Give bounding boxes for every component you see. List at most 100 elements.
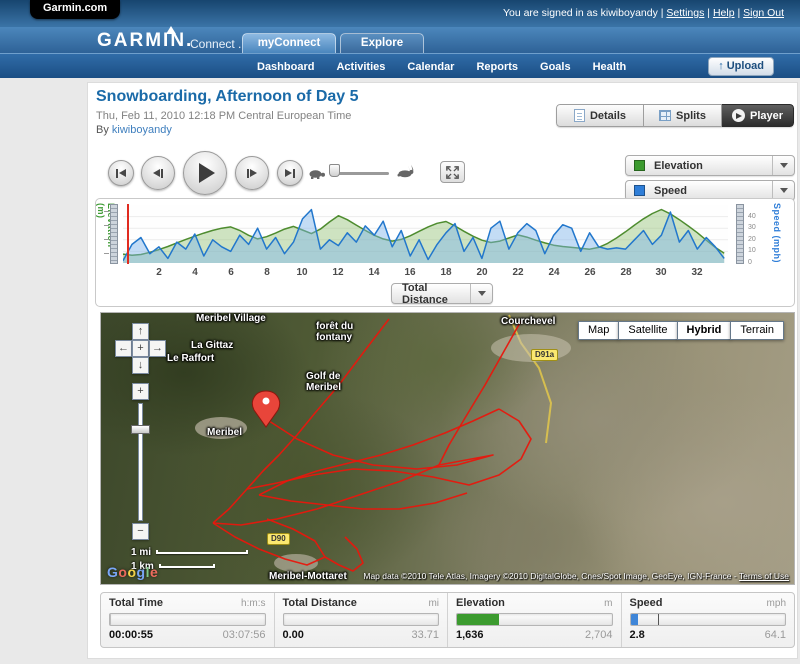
settings-link[interactable]: Settings <box>666 7 704 19</box>
stat-total-time: Total Timeh:m:s 00:00:5503:07:56 <box>101 593 274 647</box>
x-tick-label: 30 <box>655 267 666 278</box>
top-bar: Garmin.com You are signed in as kiwiboya… <box>0 0 800 27</box>
skip-to-end-button[interactable] <box>277 160 303 186</box>
map-type-satellite[interactable]: Satellite <box>618 321 677 340</box>
x-axis-ticks: 2468101214161820222426283032 <box>123 267 728 279</box>
document-icon <box>574 109 585 122</box>
garmin-logo: GARMIN. <box>97 30 193 52</box>
step-back-icon <box>153 169 163 178</box>
nav-links: Dashboard Activities Calendar Reports Go… <box>246 54 637 79</box>
signin-status: You are signed in as kiwiboyandy | Setti… <box>503 7 784 19</box>
zoom-out-button[interactable]: − <box>132 523 149 540</box>
connect-logo-text: Connect . <box>190 37 241 51</box>
playback-speed-slider-track[interactable] <box>333 172 389 175</box>
x-tick-label: 32 <box>691 267 702 278</box>
view-tabs: Details Splits Player <box>556 104 794 127</box>
nav-dashboard[interactable]: Dashboard <box>246 61 325 73</box>
total-distance-progress-bar <box>283 613 440 626</box>
play-button[interactable] <box>183 151 227 195</box>
nav-calendar[interactable]: Calendar <box>396 61 465 73</box>
zoom-slider-track[interactable] <box>138 403 143 521</box>
skip-to-end-icon <box>285 169 295 178</box>
tab-splits[interactable]: Splits <box>644 104 722 127</box>
speed-axis-label: Speed (mph) <box>772 203 782 265</box>
nav-reports[interactable]: Reports <box>465 61 529 73</box>
skip-to-start-icon <box>116 169 126 178</box>
rabbit-icon <box>396 164 416 183</box>
terms-of-use-link[interactable]: Terms of Use <box>739 571 789 581</box>
activity-byline: By kiwiboyandy <box>96 124 172 136</box>
tab-details[interactable]: Details <box>556 104 644 127</box>
playback-speed-slider-handle[interactable] <box>329 164 340 177</box>
step-back-button[interactable] <box>141 156 175 190</box>
tab-player[interactable]: Player <box>722 104 794 127</box>
fullscreen-button[interactable] <box>440 161 465 183</box>
map-type-map[interactable]: Map <box>578 321 619 340</box>
skip-to-start-button[interactable] <box>108 160 134 186</box>
author-link[interactable]: kiwiboyandy <box>112 124 172 136</box>
x-tick-label: 4 <box>192 267 198 278</box>
x-tick-label: 16 <box>404 267 415 278</box>
x-tick-label: 24 <box>548 267 559 278</box>
tab-myconnect[interactable]: myConnect <box>242 33 336 53</box>
nav-activities[interactable]: Activities <box>325 61 396 73</box>
map-type-terrain[interactable]: Terrain <box>730 321 784 340</box>
speed-tick-label: 0 <box>748 259 752 266</box>
pan-down-button[interactable]: ↓ <box>132 357 149 374</box>
zoom-in-button[interactable]: + <box>132 383 149 400</box>
tab-explore[interactable]: Explore <box>340 33 424 53</box>
stat-elevation: Elevationm 1,6362,704 <box>447 593 621 647</box>
speed-swatch <box>634 185 645 196</box>
turtle-icon <box>307 167 327 185</box>
step-forward-icon <box>247 169 257 178</box>
map-place-label: Golf deMeribel <box>306 371 341 393</box>
road-badge: D91a <box>531 349 558 361</box>
speed-tick-label: 40 <box>748 213 756 220</box>
elevation-series-dropdown[interactable]: Elevation <box>625 155 795 176</box>
x-tick-label: 26 <box>584 267 595 278</box>
chart-panel: Elevation (m) 010203040 Speed (mph) 2468… <box>95 198 795 307</box>
step-forward-button[interactable] <box>235 156 269 190</box>
table-icon <box>659 110 671 121</box>
map-place-label: Le Raffort <box>167 353 214 364</box>
map-canvas[interactable]: Meribel Village Courchevel forêt dufontany… <box>100 312 795 585</box>
map-place-label: La Gittaz <box>191 340 233 351</box>
stat-speed: Speedmph 2.864.1 <box>621 593 795 647</box>
help-link[interactable]: Help <box>713 7 735 19</box>
signout-link[interactable]: Sign Out <box>743 7 784 19</box>
garmin-connect-player-page: Garmin.com You are signed in as kiwiboya… <box>0 0 800 664</box>
x-axis-selector-dropdown[interactable]: Total Distance <box>391 283 493 304</box>
google-logo: Google <box>107 564 158 580</box>
map-type-hybrid[interactable]: Hybrid <box>677 321 732 340</box>
map-marker-pin[interactable] <box>252 391 279 427</box>
speed-tick-label: 30 <box>748 224 756 231</box>
nav-goals[interactable]: Goals <box>529 61 582 73</box>
map-place-label: forêt dufontany <box>316 321 353 343</box>
elevation-progress-bar <box>456 613 613 626</box>
pan-up-button[interactable]: ↑ <box>132 323 149 340</box>
scale-mi: 1 mi <box>131 547 248 558</box>
garmin-com-tab[interactable]: Garmin.com <box>30 0 120 19</box>
nav-health[interactable]: Health <box>582 61 638 73</box>
x-tick-label: 8 <box>264 267 270 278</box>
x-tick-label: 6 <box>228 267 234 278</box>
upload-arrow-icon: ↑ <box>718 60 724 72</box>
elevation-swatch <box>634 160 645 171</box>
x-tick-label: 22 <box>512 267 523 278</box>
pan-left-button[interactable]: ← <box>115 340 132 357</box>
x-tick-label: 18 <box>440 267 451 278</box>
map-place-label: Meribel Village <box>196 313 266 324</box>
activity-title: Snowboarding, Afternoon of Day 5 <box>96 88 359 106</box>
map-place-label: Meribel-Mottaret <box>269 571 347 582</box>
map-place-label: Courchevel <box>501 316 555 327</box>
total-time-progress-bar <box>109 613 266 626</box>
pan-center-button[interactable]: + <box>132 340 149 357</box>
zoom-slider-handle[interactable] <box>131 425 150 434</box>
main-nav-bar: Dashboard Activities Calendar Reports Go… <box>0 53 800 78</box>
speed-tick-label: 10 <box>748 247 756 254</box>
x-tick-label: 10 <box>296 267 307 278</box>
upload-button[interactable]: ↑Upload <box>708 57 774 76</box>
map-attribution: Map data ©2010 Tele Atlas, Imagery ©2010… <box>363 571 789 581</box>
pan-right-button[interactable]: → <box>149 340 166 357</box>
playback-stats-bar: Total Timeh:m:s 00:00:5503:07:56 Total D… <box>100 592 795 648</box>
